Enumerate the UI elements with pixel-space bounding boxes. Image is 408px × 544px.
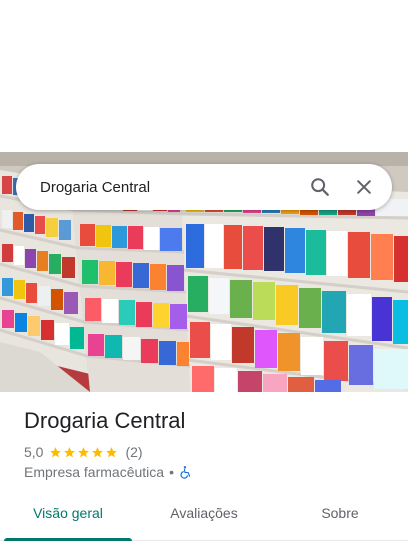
star-icon: [64, 446, 76, 457]
separator-dot: •: [169, 464, 174, 480]
tab-reviews[interactable]: Avaliações: [136, 494, 272, 540]
rating-value: 5,0: [24, 444, 44, 460]
star-icon: [92, 446, 104, 457]
search-icon: [311, 178, 329, 196]
active-tab-indicator: [4, 538, 132, 541]
review-count: (2): [125, 444, 143, 460]
tab-label: Visão geral: [33, 505, 103, 521]
place-tabs: Visão geral Avaliações Sobre: [0, 494, 408, 541]
star-rating: [49, 446, 119, 459]
tab-label: Sobre: [321, 505, 359, 521]
tab-overview[interactable]: Visão geral: [0, 494, 136, 541]
tab-label: Avaliações: [170, 505, 238, 521]
star-icon: [78, 446, 90, 457]
wheelchair-icon: [180, 466, 191, 479]
star-icon: [50, 446, 62, 457]
star-icon: [106, 446, 118, 457]
tab-about[interactable]: Sobre: [272, 494, 408, 540]
clear-search-button[interactable]: [342, 165, 386, 209]
place-title: Drogaria Central: [24, 408, 186, 433]
close-icon: [357, 180, 371, 194]
rating-row[interactable]: 5,0 (2): [24, 444, 143, 460]
search-input[interactable]: Drogaria Central: [16, 179, 298, 196]
place-category: Empresa farmacêutica: [24, 464, 165, 480]
category-row: Empresa farmacêutica •: [24, 464, 192, 480]
search-button[interactable]: [298, 165, 342, 209]
search-bar[interactable]: Drogaria Central: [16, 164, 392, 210]
